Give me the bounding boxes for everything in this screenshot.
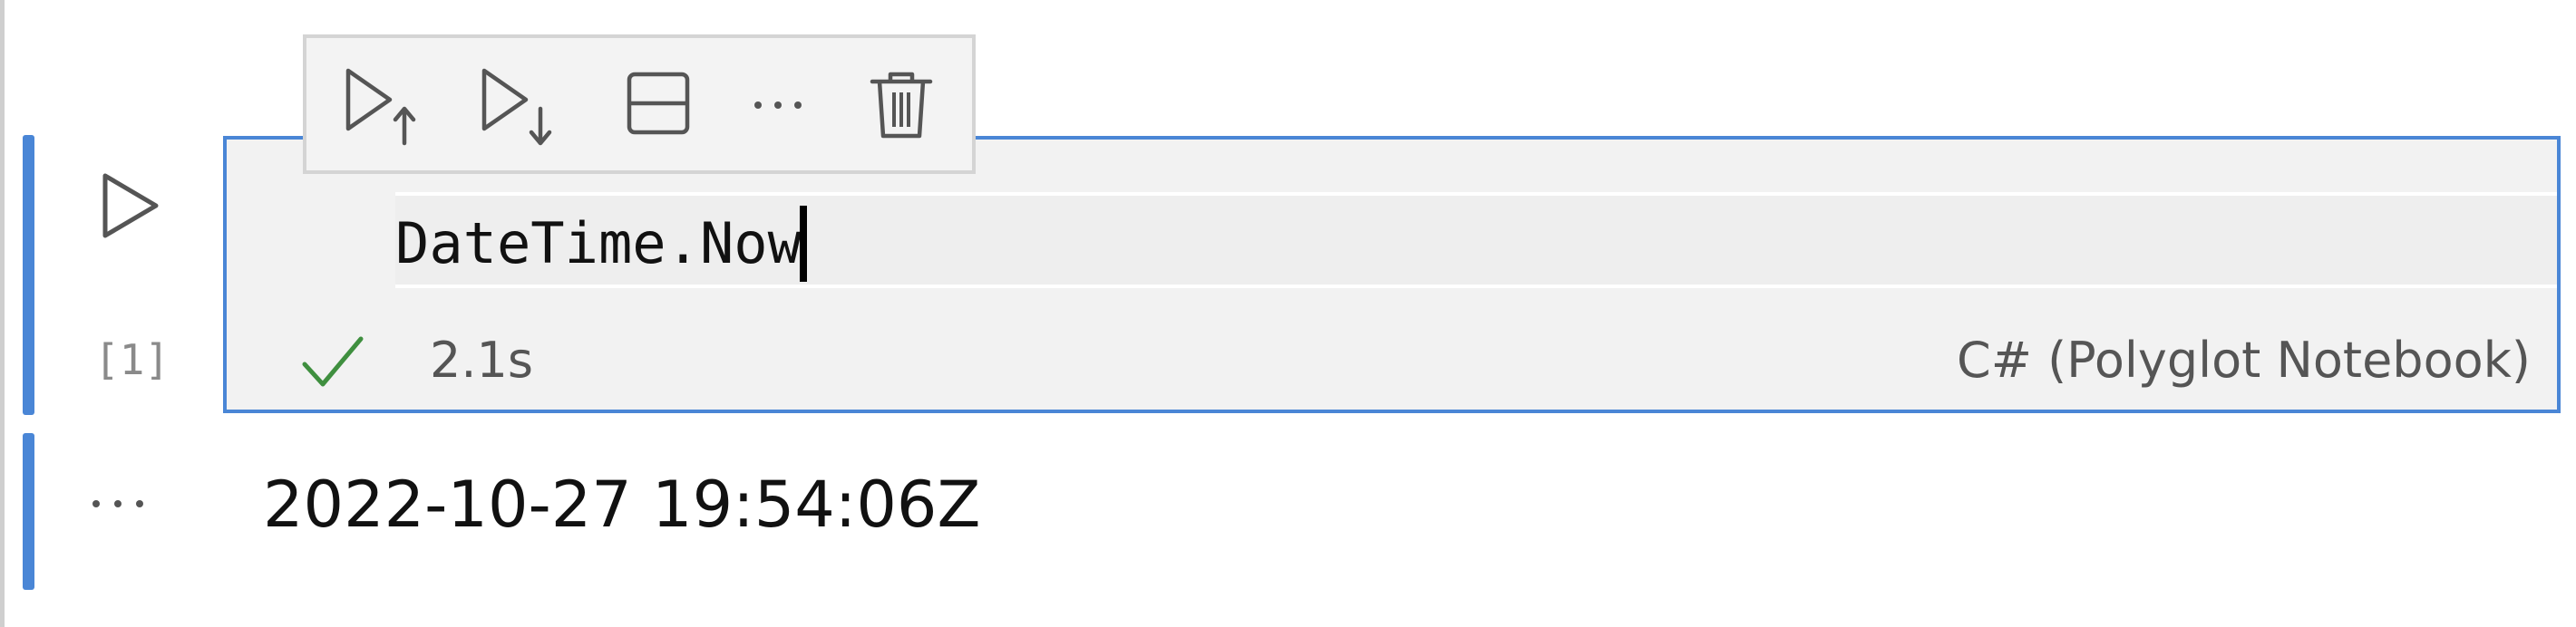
- run-cell-button[interactable]: [98, 170, 163, 241]
- notebook-left-border: [0, 0, 5, 627]
- ellipsis-icon: [92, 500, 143, 507]
- kernel-picker[interactable]: C# (Polyglot Notebook): [1957, 332, 2531, 389]
- cell-focus-indicator[interactable]: [23, 135, 34, 415]
- check-icon: [301, 333, 365, 390]
- split-cell-button[interactable]: [613, 63, 704, 150]
- execute-above-icon: [345, 68, 416, 146]
- output-menu-button[interactable]: [82, 486, 154, 522]
- output-focus-indicator[interactable]: [23, 433, 34, 590]
- trash-icon: [870, 72, 933, 139]
- delete-cell-button[interactable]: [856, 63, 947, 150]
- execution-count: [1]: [94, 335, 170, 384]
- execution-duration: 2.1s: [430, 332, 534, 389]
- play-icon: [102, 173, 159, 238]
- text-cursor: [799, 205, 807, 282]
- cell-output: 2022-10-27 19:54:06Z: [263, 468, 981, 542]
- ellipsis-icon: [754, 101, 802, 109]
- more-actions-button[interactable]: [733, 63, 823, 150]
- cell-toolbar: [303, 34, 976, 174]
- execute-below-icon: [481, 68, 552, 146]
- split-cell-icon: [627, 72, 690, 135]
- code-text: DateTime.Now: [395, 210, 802, 276]
- code-line[interactable]: DateTime.Now: [395, 203, 807, 285]
- execute-below-button[interactable]: [470, 63, 560, 150]
- execute-above-button[interactable]: [334, 63, 424, 150]
